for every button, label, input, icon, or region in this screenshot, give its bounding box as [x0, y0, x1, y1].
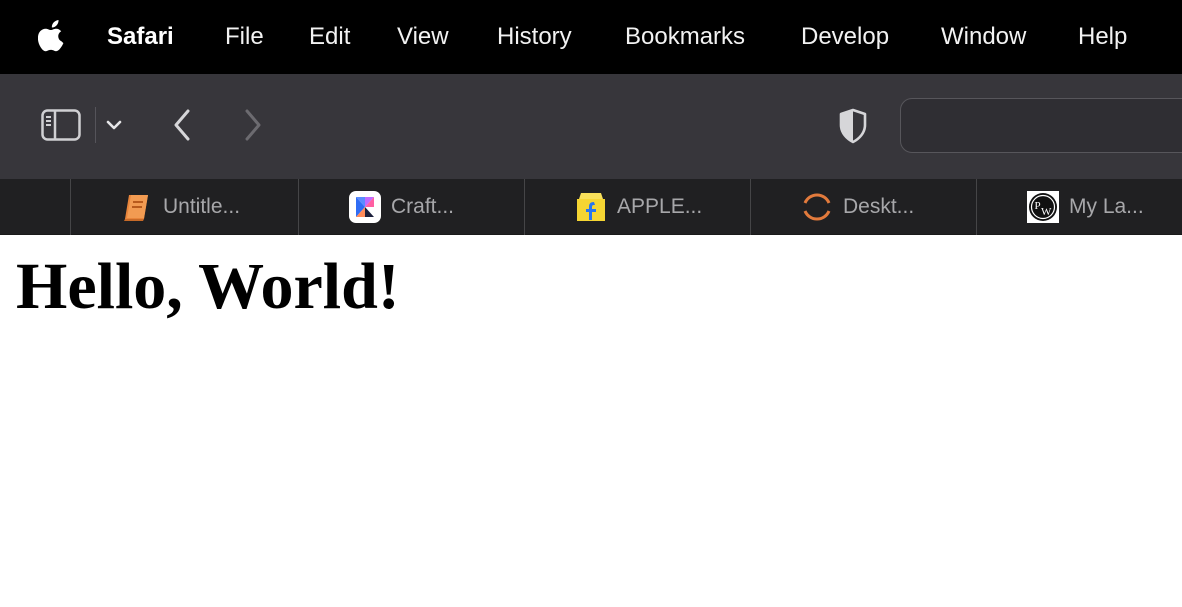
privacy-shield-icon[interactable] — [838, 108, 868, 144]
back-arrow-icon[interactable] — [172, 108, 192, 142]
chevron-down-icon[interactable] — [106, 119, 122, 131]
menu-bookmarks[interactable]: Bookmarks — [625, 22, 745, 52]
tab-label: Craft... — [391, 195, 455, 218]
flipkart-icon — [577, 193, 605, 221]
menu-help[interactable]: Help — [1078, 22, 1127, 52]
tab-label: My La... — [1069, 195, 1144, 218]
menu-app-name[interactable]: Safari — [107, 22, 174, 52]
tab-label: Deskt... — [843, 195, 915, 218]
tab-craft[interactable]: Craft... — [298, 179, 524, 235]
menu-file[interactable]: File — [225, 22, 264, 52]
sidebar-toggle-icon[interactable] — [41, 109, 81, 141]
forward-arrow-icon[interactable] — [243, 108, 263, 142]
pw-logo-icon: P W — [1027, 191, 1059, 223]
apple-logo-icon[interactable] — [38, 18, 68, 52]
notebook-icon — [124, 195, 148, 221]
page-heading: Hello, World! — [16, 250, 400, 323]
menu-window[interactable]: Window — [941, 22, 1026, 52]
tab-untitled[interactable]: Untitle... — [70, 179, 296, 235]
web-content: Hello, World! — [0, 235, 1182, 607]
tab-label: APPLE... — [617, 195, 703, 218]
tab-desktop[interactable]: Deskt... — [750, 179, 976, 235]
desktop-ring-icon — [803, 193, 831, 221]
address-bar[interactable] — [900, 98, 1182, 153]
craft-app-icon — [349, 191, 381, 223]
browser-toolbar — [0, 74, 1182, 179]
tab-apple-flipkart[interactable]: APPLE... — [524, 179, 750, 235]
menu-history[interactable]: History — [497, 22, 572, 52]
tab-bar: Untitle... Craft... APPLE... Deskt... P … — [0, 179, 1182, 235]
menu-develop[interactable]: Develop — [801, 22, 889, 52]
tab-label: Untitle... — [163, 195, 241, 218]
menu-view[interactable]: View — [397, 22, 449, 52]
menu-edit[interactable]: Edit — [309, 22, 350, 52]
svg-text:W: W — [1041, 206, 1052, 218]
toolbar-divider — [95, 107, 96, 143]
menu-bar: Safari File Edit View History Bookmarks … — [0, 0, 1182, 74]
tab-my-la[interactable]: P W My La... — [976, 179, 1182, 235]
svg-text:P: P — [1035, 200, 1041, 212]
